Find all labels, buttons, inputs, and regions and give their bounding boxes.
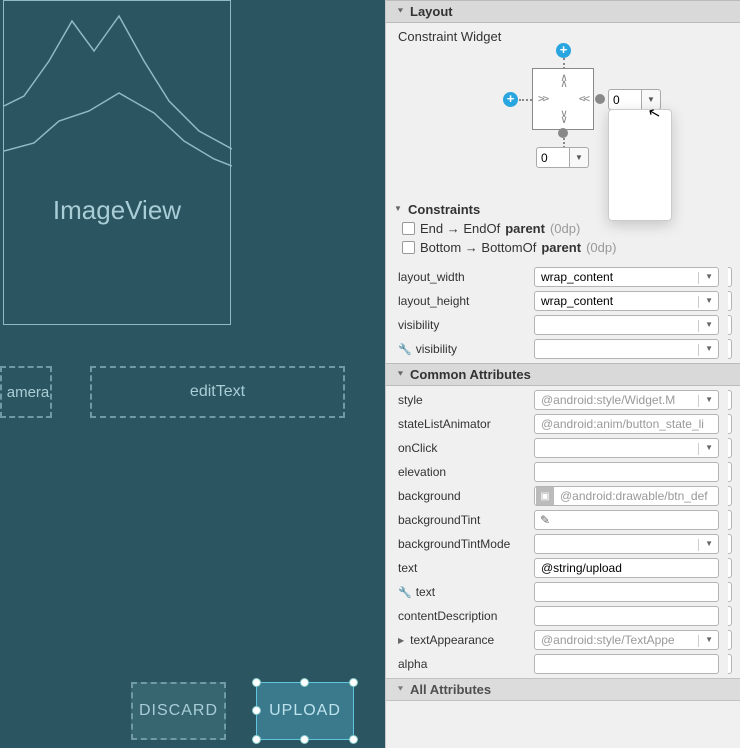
add-top-constraint-icon[interactable]: + [556,43,571,58]
wrench-icon: 🔧 [398,343,412,356]
layout-height-row: layout_height wrap_content [386,289,740,313]
constraint-inner-box: ∧∧ ∨∨ >> << [532,68,594,130]
wrench-icon: 🔧 [398,586,412,599]
selection-handle[interactable] [252,678,261,687]
imageview-widget[interactable]: ImageView [3,0,231,325]
constraint-line [519,99,532,101]
constraint-anchor-right[interactable] [595,94,605,104]
visibility-row: visibility [386,313,740,337]
statelistanimator-field[interactable]: @android:anim/button_state_li [534,414,719,434]
selection-handle[interactable] [252,706,261,715]
tools-visibility-field[interactable] [534,339,719,359]
bottom-margin-input[interactable]: ▼ [536,147,589,168]
selection-handle[interactable] [300,735,309,744]
visibility-field[interactable] [534,315,719,335]
discard-button-widget[interactable]: DISCARD [131,682,226,740]
common-attributes-header[interactable]: Common Attributes [386,363,740,386]
backgroundtintmode-field[interactable] [534,534,719,554]
camera-button-widget[interactable]: amera [0,366,52,418]
designer-canvas[interactable]: ImageView amera editText DISCARD UPLOAD [0,0,385,748]
tools-text-field[interactable] [534,582,719,602]
attributes-panel: Layout Constraint Widget + + ∧∧ ∨∨ >> <<… [385,0,740,748]
alpha-field[interactable] [534,654,719,674]
constraint-icon [402,241,415,254]
eyedropper-icon: ✎ [535,513,550,527]
edittext-widget[interactable]: editText [90,366,345,418]
chevron-left-icon: << [579,96,588,102]
onclick-field[interactable] [534,438,719,458]
constraint-end-row[interactable]: End → EndOf parent (0dp) [398,219,728,238]
constraints-header[interactable]: Constraints [398,198,728,219]
selection-handle[interactable] [252,735,261,744]
background-field[interactable]: ▣ @android:drawable/btn_def [534,486,719,506]
bottom-margin-dropdown[interactable]: ▼ [570,147,589,168]
bottom-margin-value[interactable] [536,147,570,168]
text-field[interactable]: @string/upload [534,558,719,578]
layout-width-row: layout_width wrap_content [386,265,740,289]
constraints-list: Constraints End → EndOf parent (0dp) Bot… [386,198,740,263]
image-icon: ▣ [536,487,554,505]
selection-handle[interactable] [349,678,358,687]
upload-button-widget[interactable]: UPLOAD [256,682,354,740]
textappearance-field[interactable]: @android:style/TextAppe [534,630,719,650]
chevron-up-icon: ∧∧ [561,75,566,87]
chevron-down-icon: ∨∨ [561,111,566,123]
layout-height-field[interactable]: wrap_content [534,291,719,311]
elevation-field[interactable] [534,462,719,482]
add-left-constraint-icon[interactable]: + [503,92,518,107]
imageview-label: ImageView [53,195,181,226]
selection-handle[interactable] [349,735,358,744]
tools-visibility-row: 🔧visibility [386,337,740,361]
constraint-anchor-bottom[interactable] [558,128,568,138]
expand-icon[interactable]: ▶ [398,636,404,645]
layout-width-field[interactable]: wrap_content [534,267,719,287]
constraint-bottom-row[interactable]: Bottom → BottomOf parent (0dp) [398,238,728,257]
all-attributes-header[interactable]: All Attributes [386,678,740,701]
chevron-right-icon: >> [538,96,547,102]
right-margin-value[interactable] [608,89,642,110]
style-field[interactable]: @android:style/Widget.M [534,390,719,410]
constraint-widget[interactable]: + + ∧∧ ∨∨ >> << ▼ ▼ ↖ [386,48,740,198]
selection-handle[interactable] [300,678,309,687]
contentdescription-field[interactable] [534,606,719,626]
constraint-icon [402,222,415,235]
backgroundtint-field[interactable]: ✎ [534,510,719,530]
layout-section-header[interactable]: Layout [386,0,740,23]
